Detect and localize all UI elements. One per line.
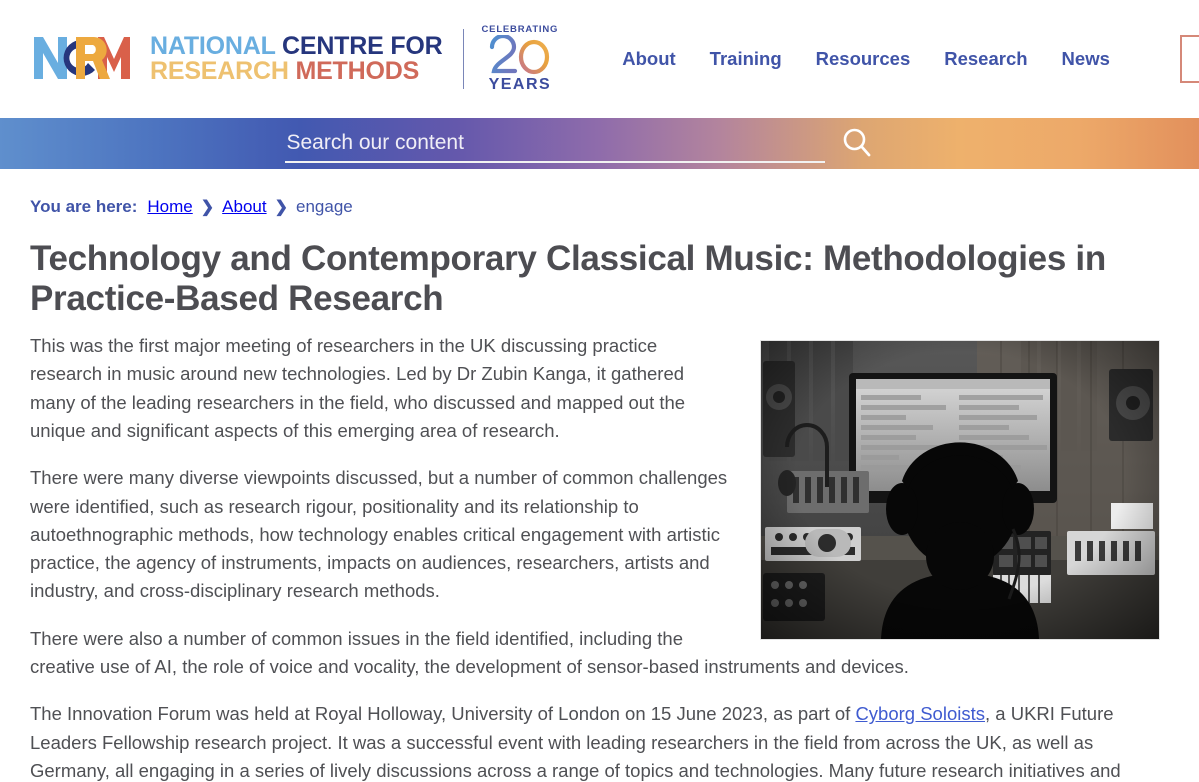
breadcrumb: You are here: Home ❯ About ❯ engage (0, 169, 1199, 217)
nav-item-news[interactable]: News (1062, 48, 1110, 70)
article-hero-image (760, 340, 1160, 641)
search-wrapper (284, 125, 875, 163)
page-content: Technology and Contemporary Classical Mu… (0, 239, 1199, 782)
contact-button[interactable]: Contact (1179, 35, 1199, 83)
site-header: NATIONAL CENTRE FOR RESEARCH METHODS CEL… (0, 0, 1199, 118)
anniversary-badge: CELEBRATING YEARS (482, 24, 559, 94)
logo-wordmark: NATIONAL CENTRE FOR RESEARCH METHODS (150, 31, 443, 85)
page-title: Technology and Contemporary Classical Mu… (30, 239, 1106, 318)
anniversary-bottom-label: YEARS (488, 76, 552, 93)
ncrm-logo-monogram-icon[interactable] (32, 33, 144, 86)
breadcrumb-label: You are here: (30, 197, 138, 216)
nav-item-resources[interactable]: Resources (816, 48, 911, 70)
breadcrumb-item-about[interactable]: About (222, 197, 266, 217)
main-navigation: About Training Resources Research News C… (622, 35, 1199, 83)
search-icon (843, 128, 870, 156)
nav-item-about[interactable]: About (622, 48, 675, 70)
logo-word-methods: METHODS (295, 57, 420, 85)
logo-wordmark-line-1: NATIONAL CENTRE FOR (150, 31, 443, 60)
breadcrumb-item-home[interactable]: Home (147, 197, 192, 217)
cyborg-soloists-link[interactable]: Cyborg Soloists (855, 703, 985, 724)
logo-word-national: NATIONAL (150, 31, 276, 60)
search-bar (0, 118, 1199, 169)
article-paragraph-4: The Innovation Forum was held at Royal H… (30, 700, 1169, 782)
breadcrumb-separator-icon: ❯ (200, 199, 215, 216)
breadcrumb-item-engage: engage (296, 197, 353, 216)
search-input[interactable] (284, 130, 825, 163)
article-body: This was the first major meeting of rese… (30, 332, 1169, 782)
anniversary-number-20-icon (489, 35, 549, 75)
nav-item-research[interactable]: Research (944, 48, 1027, 70)
logo-word-centre-for: CENTRE FOR (282, 31, 443, 60)
logo-word-research: RESEARCH (150, 57, 289, 85)
anniversary-top-label: CELEBRATING (481, 24, 559, 35)
article-paragraph-4-before-link: The Innovation Forum was held at Royal H… (30, 703, 856, 725)
logo-wordmark-line-2: RESEARCH METHODS (150, 57, 443, 85)
nav-item-training[interactable]: Training (710, 48, 782, 70)
search-submit-button[interactable] (839, 125, 875, 163)
breadcrumb-separator-icon: ❯ (274, 199, 288, 216)
header-divider (462, 29, 464, 89)
